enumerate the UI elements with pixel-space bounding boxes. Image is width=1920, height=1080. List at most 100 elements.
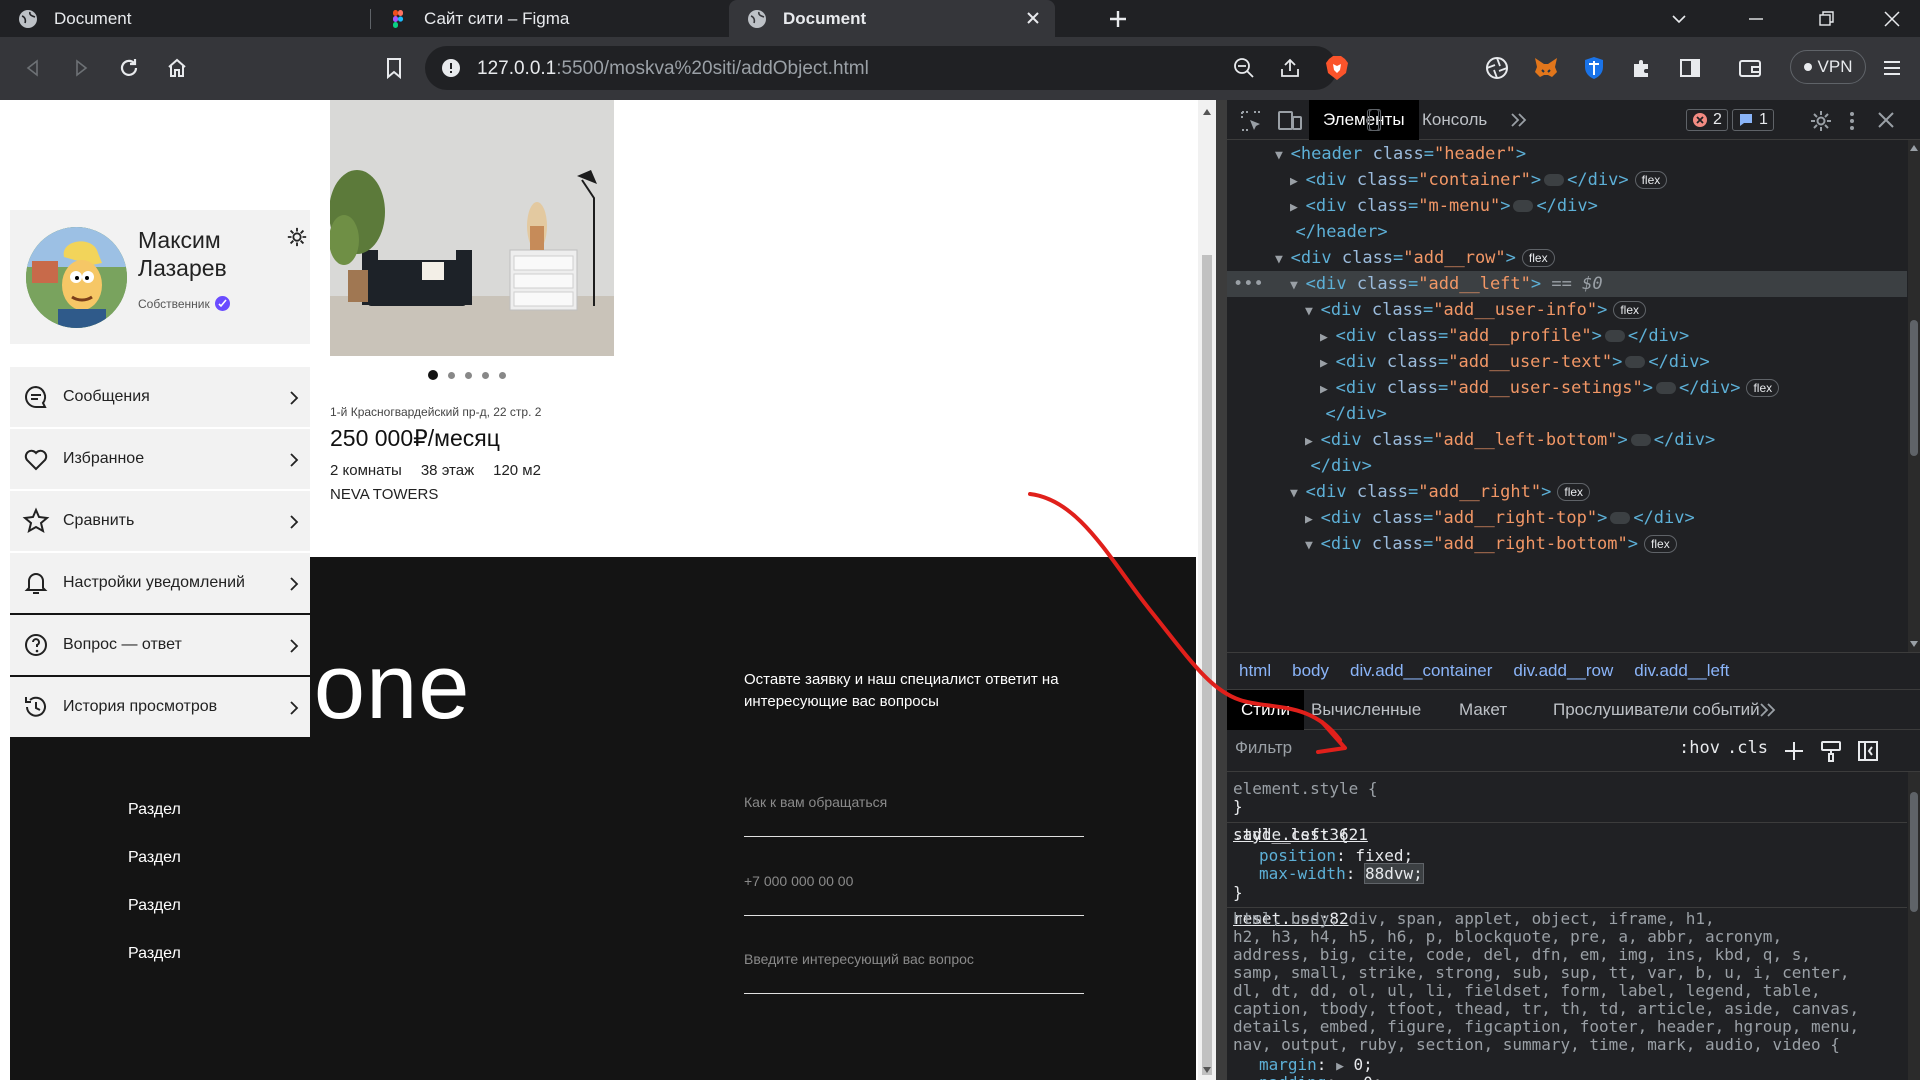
slider-dots[interactable] (428, 370, 506, 380)
extension-button[interactable] (1478, 49, 1516, 87)
wallet-button[interactable] (1731, 49, 1769, 87)
slider-dot[interactable] (499, 371, 506, 379)
scroll-down-icon[interactable] (1910, 640, 1918, 648)
collapse-triangle-icon[interactable]: ▼ (1290, 486, 1306, 501)
slider-dot[interactable] (482, 371, 489, 379)
dom-node[interactable]: </div> (1290, 453, 1371, 479)
dom-node[interactable]: ▼ <div class="add__user-info"> flex (1305, 297, 1646, 323)
dom-node[interactable]: ▶ <div class="add__left-bottom"> </div> (1305, 427, 1715, 453)
hover-state-toggle[interactable]: :hov (1679, 738, 1720, 758)
dom-node[interactable]: ▶ <div class="m-menu"> </div> (1290, 193, 1598, 219)
expand-triangle-icon[interactable]: ▶ (1305, 434, 1321, 449)
dom-node[interactable]: ▶ <div class="add__user-text"> </div> (1320, 349, 1710, 375)
device-toolbar-icon[interactable] (1278, 110, 1302, 132)
address-bar[interactable]: 127.0.0.1:5500/moskva%20siti/addObject.h… (425, 46, 1337, 90)
collapsed-ellipsis[interactable] (1513, 200, 1534, 212)
dom-node[interactable]: ▶ <div class="add__user-setings"> </div> f… (1320, 375, 1780, 401)
expand-triangle-icon[interactable]: ▶ (1305, 512, 1321, 527)
kebab-menu-icon[interactable] (1847, 110, 1857, 132)
flex-badge[interactable]: flex (1557, 483, 1591, 501)
collapse-triangle-icon[interactable]: ▼ (1275, 148, 1291, 163)
expand-triangle-icon[interactable]: ▶ (1320, 356, 1336, 371)
footer-section-link[interactable]: Раздел (128, 945, 181, 963)
restore-button[interactable] (1803, 0, 1849, 37)
tab-console[interactable]: Консоль (1408, 100, 1501, 140)
brave-shields-button[interactable] (1318, 49, 1356, 87)
menu-item-faq[interactable]: Вопрос — ответ (10, 615, 310, 677)
collapsed-ellipsis[interactable] (1604, 330, 1625, 342)
vpn-button[interactable]: VPN (1790, 50, 1866, 84)
slider-dot[interactable] (448, 371, 455, 379)
collapse-triangle-icon[interactable]: ▼ (1305, 538, 1321, 553)
dom-node[interactable]: ▶ <div class="add__right-top"> </div> (1305, 505, 1695, 531)
dom-node[interactable]: </header> (1275, 219, 1387, 245)
bookmark-button[interactable] (375, 49, 413, 87)
styles-scrollbar[interactable] (1908, 772, 1920, 1080)
expand-triangle-icon[interactable]: ▶ (1290, 174, 1306, 189)
close-icon[interactable] (1877, 111, 1895, 129)
scroll-up-icon[interactable] (1202, 108, 1212, 116)
collapse-triangle-icon[interactable]: ▼ (1290, 278, 1306, 293)
browser-tab-active[interactable]: Document (729, 0, 1055, 37)
sidebar-toggle-icon[interactable] (1857, 740, 1879, 762)
scroll-down-icon[interactable] (1202, 1066, 1212, 1074)
error-badge[interactable]: 2 (1686, 109, 1728, 131)
more-tabs-icon[interactable] (1759, 702, 1777, 718)
tab-layout[interactable]: Макет (1445, 690, 1521, 730)
dom-node[interactable]: ▼ <div class="add__right"> flex (1290, 479, 1591, 505)
phone-field[interactable]: +7 000 000 00 00 (744, 873, 1084, 916)
browser-tab[interactable]: Document (0, 0, 370, 37)
tab-search-button[interactable] (1656, 0, 1702, 37)
slider-dot[interactable] (428, 370, 438, 380)
collapsed-ellipsis[interactable] (1610, 512, 1631, 524)
close-window-button[interactable] (1869, 0, 1915, 37)
styles-filter-input[interactable]: Фильтр (1235, 738, 1555, 758)
flex-badge[interactable]: flex (1644, 535, 1677, 553)
avatar[interactable] (26, 227, 127, 328)
slider-dot[interactable] (465, 371, 472, 379)
expand-triangle-icon[interactable]: ▶ (1320, 382, 1336, 397)
scroll-up-icon[interactable] (1910, 144, 1918, 152)
forward-button[interactable] (62, 49, 100, 87)
breadcrumb-item[interactable]: div.add__row (1513, 661, 1613, 681)
listing-photo[interactable] (330, 100, 614, 356)
browser-tab[interactable]: Сайт сити – Figma (370, 0, 725, 37)
dom-node[interactable]: ▼ <header class="header"> (1275, 141, 1526, 167)
dom-tree[interactable]: ▼ <header class="header"> ▶ <div class="c… (1227, 140, 1907, 652)
inspect-element-icon[interactable] (1240, 110, 1262, 132)
browser-menu-button[interactable] (1873, 49, 1911, 87)
dom-node[interactable]: ▼ <div class="add__right-bottom"> flex (1305, 531, 1677, 557)
tab-elements[interactable]: Элементы (1309, 100, 1419, 140)
collapse-triangle-icon[interactable]: ▼ (1275, 252, 1291, 267)
menu-item-notifications[interactable]: Настройки уведомлений (10, 553, 310, 615)
rule-source-link[interactable]: style.css:3621 (1233, 824, 1907, 846)
footer-section-link[interactable]: Раздел (128, 849, 181, 867)
breadcrumb-item[interactable]: div.add__container (1350, 661, 1492, 681)
url-text[interactable]: 127.0.0.1:5500/moskva%20siti/addObject.h… (477, 58, 869, 80)
css-declaration[interactable]: padding: ▶ 0; (1259, 1072, 1382, 1080)
back-button[interactable] (14, 49, 52, 87)
css-value[interactable]: 88dvw; (1363, 863, 1424, 884)
dom-node[interactable]: ▼ <div class="add__left"> == $0 (1290, 271, 1603, 297)
tab-computed[interactable]: Вычисленные (1297, 690, 1435, 730)
more-tabs-icon[interactable] (1510, 112, 1528, 128)
flex-badge[interactable]: flex (1613, 301, 1646, 319)
share-icon[interactable] (1279, 57, 1301, 79)
new-tab-button[interactable] (1095, 0, 1141, 37)
plus-icon[interactable] (1783, 740, 1805, 762)
tab-styles[interactable]: Стили (1227, 690, 1304, 730)
collapsed-ellipsis[interactable] (1630, 434, 1651, 446)
gear-icon[interactable] (1810, 110, 1832, 132)
info-icon[interactable] (441, 58, 461, 78)
expand-triangle-icon[interactable]: ▶ (1290, 200, 1306, 215)
collapsed-ellipsis[interactable] (1656, 382, 1677, 394)
dom-tree-scrollbar[interactable] (1908, 140, 1920, 652)
footer-section-link[interactable]: Раздел (128, 897, 181, 915)
home-button[interactable] (158, 49, 196, 87)
sidebar-button[interactable] (1671, 49, 1709, 87)
dom-scroll-thumb[interactable] (1910, 320, 1918, 456)
extension-button[interactable] (1527, 49, 1565, 87)
close-icon[interactable] (1023, 8, 1043, 28)
footer-section-link[interactable]: Раздел (128, 801, 181, 819)
gear-icon[interactable] (286, 226, 308, 248)
